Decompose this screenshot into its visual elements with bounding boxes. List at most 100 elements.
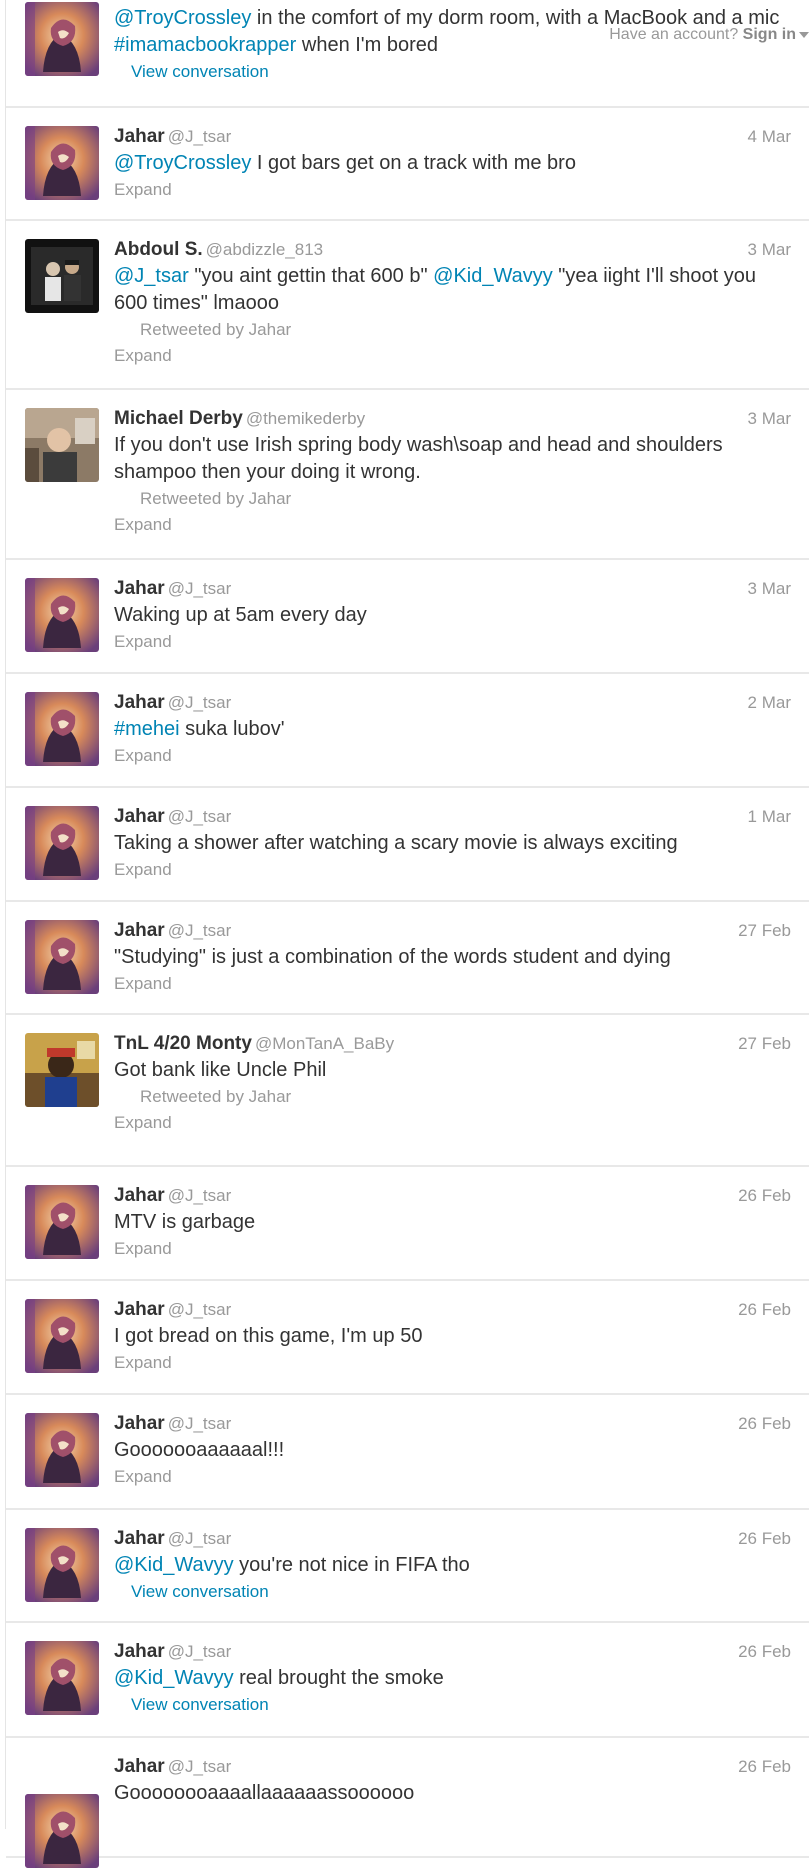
tweet-fullname[interactable]: Jahar (114, 1299, 165, 1320)
avatar[interactable] (25, 239, 99, 313)
tweet-fullname[interactable]: Jahar (114, 578, 165, 599)
avatar[interactable] (25, 408, 99, 482)
avatar[interactable] (25, 1299, 99, 1373)
tweet-item[interactable]: Jahar @J_tsar 26 Feb MTV is garbage Expand (6, 1167, 809, 1281)
tweet-item[interactable]: Jahar @J_tsar 26 Feb @Kid_Wavyy real brough… (6, 1623, 809, 1738)
tweet-fullname[interactable]: Jahar (114, 1756, 165, 1777)
tweet-timestamp[interactable]: 3 Mar (748, 407, 791, 431)
tweet-fullname[interactable]: Jahar (114, 806, 165, 827)
expand-link[interactable]: Expand (114, 743, 791, 769)
avatar[interactable] (25, 1528, 99, 1602)
expand-link[interactable]: Expand (114, 1350, 791, 1376)
avatar[interactable] (25, 1794, 99, 1868)
retweeted-by[interactable]: Retweeted by Jahar (140, 317, 791, 343)
signin-prompt[interactable]: Have an account? Sign in (605, 25, 809, 45)
tweet-fullname[interactable]: Jahar (114, 1641, 165, 1662)
hashtag-link[interactable]: #imamacbookrapper (114, 34, 296, 56)
tweet-username[interactable]: @themikederby (246, 409, 365, 428)
tweet-timestamp[interactable]: 27 Feb (738, 919, 791, 943)
tweet-fullname[interactable]: Jahar (114, 126, 165, 147)
mention-link[interactable]: @TroyCrossley (114, 152, 251, 174)
tweet-item[interactable]: @TroyCrossley in the comfort of my dorm … (6, 0, 809, 108)
avatar[interactable] (25, 1033, 99, 1107)
tweet-fullname[interactable]: Jahar (114, 1528, 165, 1549)
retweeted-by[interactable]: Retweeted by Jahar (140, 486, 791, 512)
avatar[interactable] (25, 692, 99, 766)
expand-link[interactable]: Expand (114, 343, 791, 369)
avatar[interactable] (25, 578, 99, 652)
view-conversation-link[interactable]: View conversation (131, 1579, 791, 1605)
tweet-username[interactable]: @J_tsar (168, 921, 232, 940)
tweet-item[interactable]: Jahar @J_tsar 27 Feb "Studying" is just a c… (6, 902, 809, 1015)
tweet-item[interactable]: Jahar @J_tsar 26 Feb Goooooooaaaallaaaaaass… (6, 1738, 809, 1868)
tweet-username[interactable]: @J_tsar (168, 807, 232, 826)
tweet-username[interactable]: @J_tsar (168, 127, 232, 146)
avatar[interactable] (25, 806, 99, 880)
tweet-item[interactable]: TnL 4/20 Monty @MonTanA_BaBy 27 Feb Got ban… (6, 1015, 809, 1167)
tweet-item[interactable]: Michael Derby @themikederby 3 Mar If you do… (6, 390, 809, 560)
tweet-fullname[interactable]: Abdoul S. (114, 239, 203, 260)
avatar[interactable] (25, 1413, 99, 1487)
tweet-username[interactable]: @abdizzle_813 (206, 240, 323, 259)
tweet-timestamp[interactable]: 4 Mar (748, 125, 791, 149)
avatar[interactable] (25, 126, 99, 200)
tweet-fullname[interactable]: TnL 4/20 Monty (114, 1033, 252, 1054)
tweet-username[interactable]: @J_tsar (168, 1529, 232, 1548)
tweet-timestamp[interactable]: 26 Feb (738, 1755, 791, 1779)
mention-link[interactable]: @Kid_Wavyy (114, 1667, 234, 1689)
tweet-item[interactable]: Jahar @J_tsar 26 Feb @Kid_Wavyy you're not … (6, 1510, 809, 1623)
tweet-username[interactable]: @MonTanA_BaBy (255, 1034, 394, 1053)
hashtag-link[interactable]: #mehei (114, 718, 180, 740)
tweet-fullname[interactable]: Michael Derby (114, 408, 243, 429)
tweet-username[interactable]: @J_tsar (168, 1186, 232, 1205)
avatar[interactable] (25, 1185, 99, 1259)
tweet-username[interactable]: @J_tsar (168, 579, 232, 598)
tweet-username[interactable]: @J_tsar (168, 1414, 232, 1433)
tweet-item[interactable]: Jahar @J_tsar 2 Mar #mehei suka lubov' Expan… (6, 674, 809, 788)
avatar[interactable] (25, 920, 99, 994)
avatar[interactable] (25, 2, 99, 76)
tweet-timestamp[interactable]: 26 Feb (738, 1527, 791, 1551)
sign-in-link[interactable]: Sign in (743, 26, 796, 43)
expand-link[interactable]: Expand (114, 857, 791, 883)
mention-link[interactable]: @TroyCrossley (114, 7, 251, 29)
tweet-timestamp[interactable]: 1 Mar (748, 805, 791, 829)
expand-link[interactable]: Expand (114, 971, 791, 997)
tweet-timestamp[interactable]: 2 Mar (748, 691, 791, 715)
expand-link[interactable]: Expand (114, 629, 791, 655)
tweet-username[interactable]: @J_tsar (168, 1642, 232, 1661)
mention-link[interactable]: @Kid_Wavyy (114, 1554, 234, 1576)
tweet-username[interactable]: @J_tsar (168, 1300, 232, 1319)
tweet-fullname[interactable]: Jahar (114, 692, 165, 713)
expand-link[interactable]: Expand (114, 177, 791, 203)
tweet-timestamp[interactable]: 3 Mar (748, 577, 791, 601)
tweet-item[interactable]: Jahar @J_tsar 3 Mar Waking up at 5am every … (6, 560, 809, 674)
tweet-fullname[interactable]: Jahar (114, 1185, 165, 1206)
avatar[interactable] (25, 1641, 99, 1715)
expand-link[interactable]: Expand (114, 1236, 791, 1262)
tweet-item[interactable]: Abdoul S. @abdizzle_813 3 Mar @J_tsar "you … (6, 221, 809, 390)
mention-link[interactable]: @Kid_Wavyy (433, 265, 553, 287)
tweet-item[interactable]: Jahar @J_tsar 26 Feb I got bread on this ga… (6, 1281, 809, 1395)
tweet-timestamp[interactable]: 26 Feb (738, 1184, 791, 1208)
tweet-timestamp[interactable]: 3 Mar (748, 238, 791, 262)
tweet-fullname[interactable]: Jahar (114, 1413, 165, 1434)
tweet-item[interactable]: Jahar @J_tsar 1 Mar Taking a shower after w… (6, 788, 809, 902)
tweet-item[interactable]: Jahar @J_tsar 4 Mar @TroyCrossley I got bar… (6, 108, 809, 221)
tweet-timestamp[interactable]: 27 Feb (738, 1032, 791, 1056)
view-conversation-link[interactable]: View conversation (131, 1692, 791, 1718)
view-conversation-link[interactable]: View conversation (131, 59, 791, 85)
tweet-username[interactable]: @J_tsar (168, 1757, 232, 1776)
tweet-username[interactable]: @J_tsar (168, 693, 232, 712)
retweeted-by[interactable]: Retweeted by Jahar (140, 1084, 791, 1110)
tweet-text: If you don't use Irish spring body wash\… (114, 432, 791, 486)
tweet-timestamp[interactable]: 26 Feb (738, 1298, 791, 1322)
tweet-timestamp[interactable]: 26 Feb (738, 1640, 791, 1664)
tweet-fullname[interactable]: Jahar (114, 920, 165, 941)
expand-link[interactable]: Expand (114, 1110, 791, 1136)
tweet-timestamp[interactable]: 26 Feb (738, 1412, 791, 1436)
tweet-item[interactable]: Jahar @J_tsar 26 Feb Gooooooaaaaaal!!! Expan… (6, 1395, 809, 1510)
mention-link[interactable]: @J_tsar (114, 265, 189, 287)
expand-link[interactable]: Expand (114, 1464, 791, 1490)
expand-link[interactable]: Expand (114, 512, 791, 538)
